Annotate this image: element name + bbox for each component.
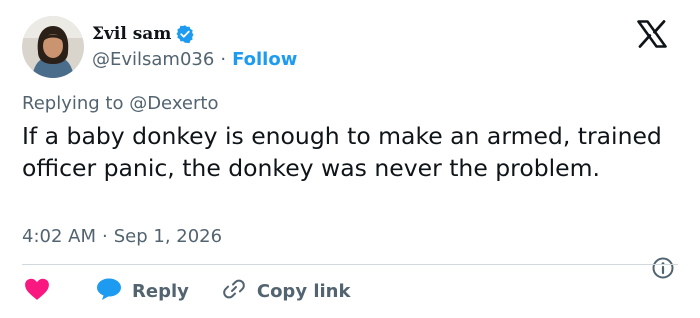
heart-icon [24, 277, 50, 305]
reply-button[interactable]: Reply [96, 277, 189, 305]
like-button[interactable] [24, 277, 50, 305]
follow-button[interactable]: Follow [232, 49, 297, 70]
separator-dot: · [102, 226, 108, 247]
action-bar: Reply Copy link [24, 278, 350, 304]
reply-label[interactable]: Reply [132, 281, 189, 302]
divider [22, 264, 678, 265]
replying-to: Replying to @Dexerto [22, 93, 219, 114]
separator-dot: · [220, 48, 227, 70]
tweet-text: If a baby donkey is enough to make an ar… [22, 122, 662, 182]
display-name[interactable]: Σvil sam [92, 24, 171, 44]
link-icon [221, 277, 247, 305]
reply-bubble-icon [96, 277, 122, 305]
x-logo-icon[interactable] [637, 20, 667, 52]
tweet-timestamp[interactable]: 4:02 AM · Sep 1, 2026 [22, 226, 222, 247]
tweet-time[interactable]: 4:02 AM [22, 226, 96, 247]
copy-link-label[interactable]: Copy link [257, 281, 351, 302]
avatar[interactable] [22, 16, 84, 78]
verified-badge-icon [175, 24, 195, 44]
copy-link-button[interactable]: Copy link [221, 277, 351, 305]
info-icon[interactable] [651, 256, 675, 284]
tweet-date[interactable]: Sep 1, 2026 [114, 226, 222, 247]
author-handle[interactable]: @Evilsam036 [92, 49, 214, 70]
